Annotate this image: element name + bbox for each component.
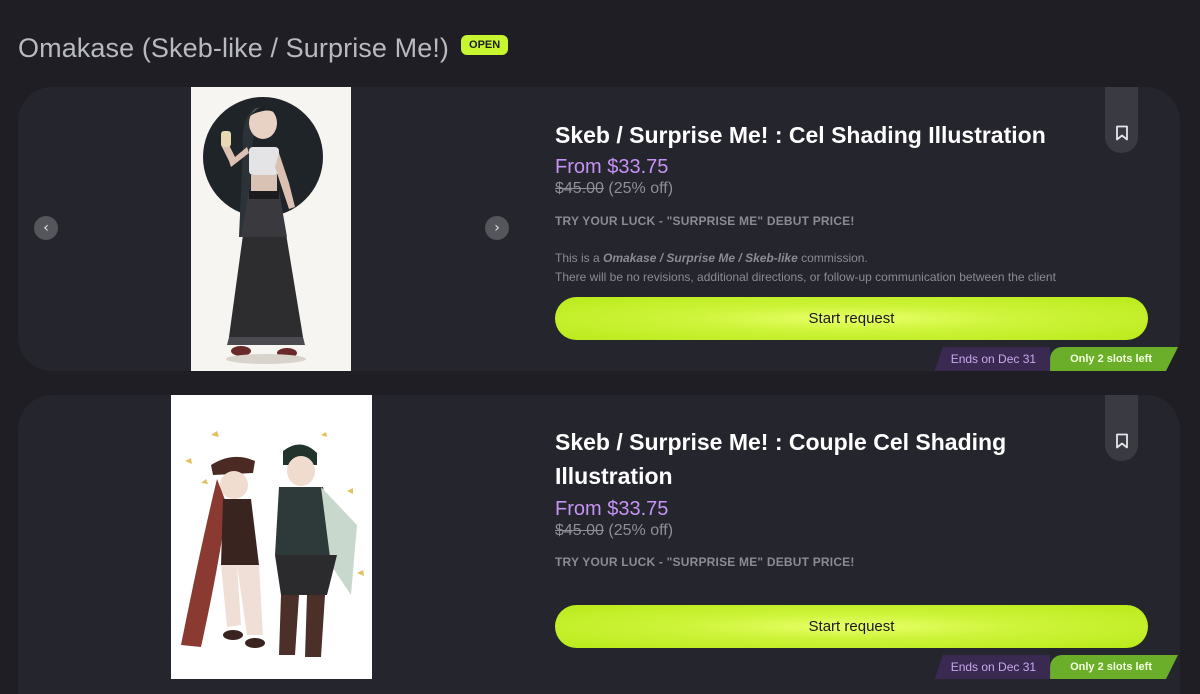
discount-label: (25% off) (608, 180, 674, 197)
item-badges: Ends on Dec 31 Only 2 slots left (934, 347, 1178, 371)
commission-page: Omakase (Skeb-like / Surprise Me!) OPEN … (0, 0, 1200, 694)
original-price: $45.00 (555, 522, 604, 539)
item-price: From $33.75 (555, 156, 669, 178)
item-tagline: TRY YOUR LUCK - "SURPRISE ME" DEBUT PRIC… (555, 214, 855, 228)
commission-card: Skeb / Surprise Me! : Couple Cel Shading… (18, 395, 1180, 694)
description-text: This is a (555, 251, 604, 265)
start-request-button[interactable]: Start request (555, 297, 1148, 340)
original-price-row: $45.00 (25% off) (555, 180, 673, 198)
bookmark-icon (1115, 125, 1128, 141)
artwork-thumbnail[interactable] (191, 87, 351, 371)
discount-label: (25% off) (608, 522, 674, 539)
description-line-2: There will be no revisions, additional d… (555, 270, 1056, 284)
bookmark-button[interactable] (1105, 395, 1138, 461)
bookmark-button[interactable] (1105, 87, 1138, 153)
original-price-row: $45.00 (25% off) (555, 522, 673, 540)
bookmark-icon (1115, 433, 1128, 449)
commission-card: ‹ › Skeb / Surprise Me!: Cel Shading Il… (18, 87, 1180, 371)
ends-badge: Ends on Dec 31 (934, 655, 1051, 679)
item-price: From $33.75 (555, 498, 669, 520)
description-emphasis: Omakase / Surprise Me / Skeb-like (603, 251, 798, 265)
slots-badge: Only 2 slots left (1050, 347, 1178, 371)
item-badges: Ends on Dec 31 Only 2 slots left (934, 655, 1178, 679)
item-title[interactable]: Skeb / Surprise Me! : Cel Shading Illust… (555, 118, 1075, 152)
item-title[interactable]: Skeb / Surprise Me! : Couple Cel Shading… (555, 425, 1075, 493)
start-request-button[interactable]: Start request (555, 605, 1148, 648)
item-description: This is a Omakase / Surprise Me / Skeb-l… (555, 249, 1150, 287)
artwork-illustration (181, 431, 364, 657)
slots-badge: Only 2 slots left (1050, 655, 1178, 679)
description-text-end: commission. (797, 251, 868, 265)
carousel-next-button[interactable]: › (485, 216, 509, 240)
chevron-left-icon: ‹ (43, 220, 49, 236)
status-badge: OPEN (461, 35, 509, 55)
section-title: Omakase (Skeb-like / Surprise Me!) (18, 32, 450, 63)
chevron-right-icon: › (494, 220, 500, 236)
section-header: Omakase (Skeb-like / Surprise Me!) OPEN (18, 30, 509, 66)
item-tagline: TRY YOUR LUCK - "SURPRISE ME" DEBUT PRIC… (555, 555, 855, 569)
carousel-prev-button[interactable]: ‹ (34, 216, 58, 240)
artwork-thumbnail[interactable] (171, 395, 372, 679)
artwork-illustration (203, 97, 323, 364)
ends-badge: Ends on Dec 31 (934, 347, 1051, 371)
original-price: $45.00 (555, 180, 604, 197)
